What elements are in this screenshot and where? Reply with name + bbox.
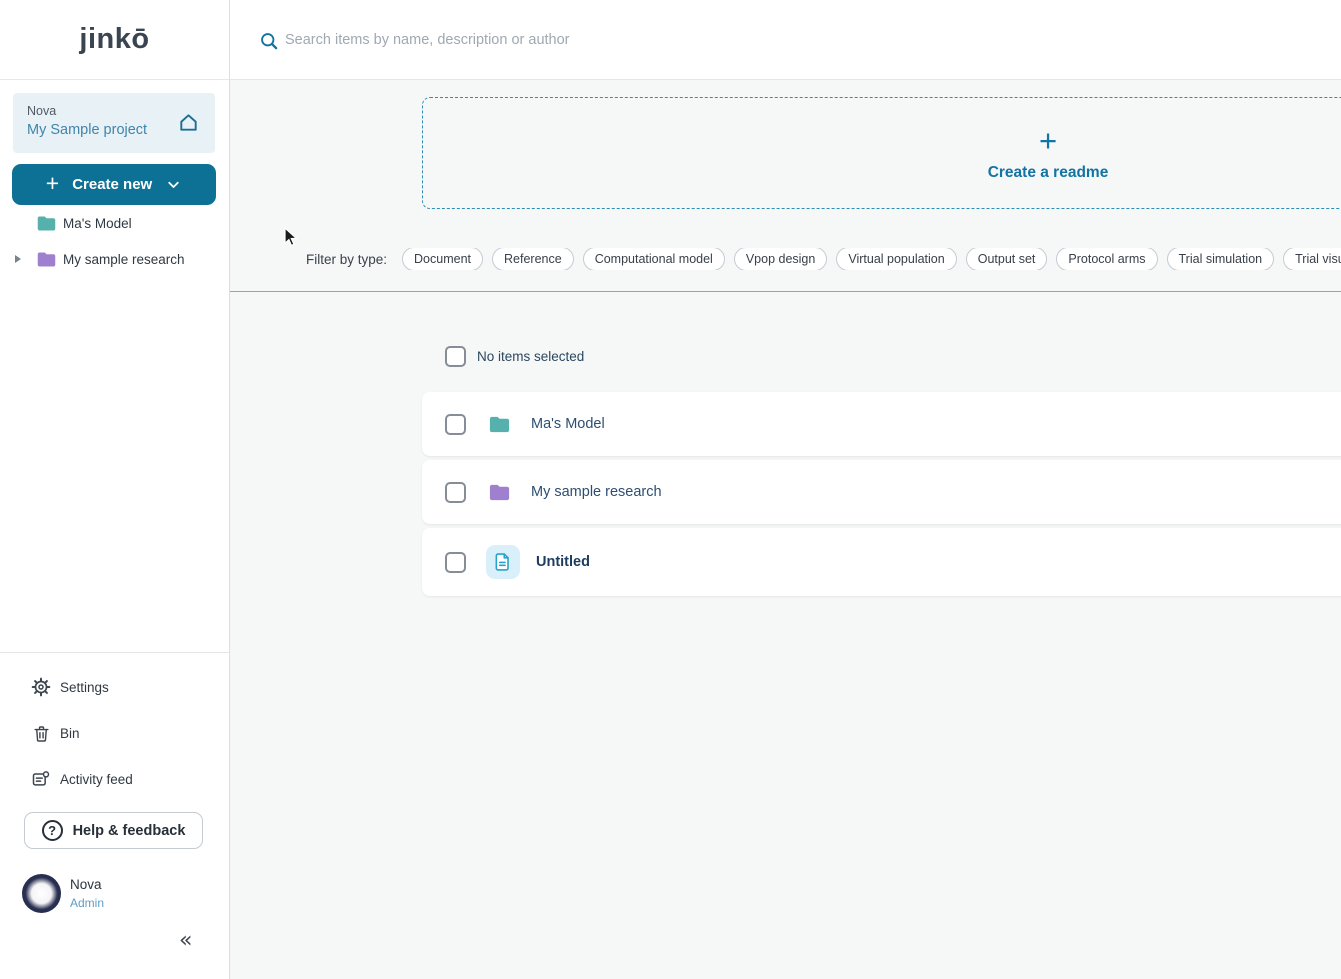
list-item-label: Ma's Model [531,416,605,432]
activity-feed-icon [30,769,52,789]
create-new-label: Create new [72,176,153,193]
filter-chip-trial-simulation[interactable]: Trial simulation [1166,248,1275,270]
trash-icon [30,724,52,743]
help-feedback-button[interactable]: ? Help & feedback [24,812,203,849]
folder-icon [37,216,56,230]
bin-label: Bin [60,725,80,741]
item-list: Ma's Model My sample research Untitled [422,392,1341,600]
project-name-label: My Sample project [27,122,148,138]
app-root: jinkō Nova My Sample project + Create ne… [0,0,1341,979]
sidebar-item-label: Ma's Model [63,215,132,231]
main-content: + Create a readme Filter by type: Docume… [230,80,1341,979]
filter-chip-protocol-arms[interactable]: Protocol arms [1056,248,1158,270]
list-item-label: My sample research [531,484,662,500]
filter-chip-virtual-population[interactable]: Virtual population [836,248,957,270]
search-input[interactable] [285,28,905,52]
list-item-my-sample-research[interactable]: My sample research [422,460,1341,524]
section-divider [230,291,1341,292]
row-checkbox[interactable] [445,551,466,573]
list-item-untitled[interactable]: Untitled [422,528,1341,596]
sidebar-item-label: My sample research [63,251,185,267]
sidebar-item-bin[interactable]: Bin [0,716,229,750]
user-role: Admin [70,896,105,910]
list-item-label: Untitled [536,554,590,570]
selection-status-label: No items selected [477,349,585,364]
select-all-checkbox[interactable] [445,346,466,367]
topbar [230,0,1341,80]
filter-chip-computational-model[interactable]: Computational model [582,248,725,270]
filter-chip-vpop-design[interactable]: Vpop design [733,248,828,270]
filter-chip-output-set[interactable]: Output set [965,248,1048,270]
list-item-mas-model[interactable]: Ma's Model [422,392,1341,456]
document-icon [486,545,520,579]
sidebar-item-activity-feed[interactable]: Activity feed [0,762,229,796]
user-menu[interactable]: Nova Admin [22,874,104,913]
user-name: Nova [70,877,102,892]
collapse-sidebar-button[interactable]: « [179,928,192,953]
filter-bar: Filter by type: Document Reference Compu… [306,248,1341,270]
folder-icon [37,252,56,266]
folder-icon [488,481,511,504]
sidebar-item-mas-model[interactable]: Ma's Model [0,210,229,236]
search-icon [259,31,280,57]
gear-icon [30,677,52,697]
question-mark-icon: ? [41,820,63,841]
row-checkbox[interactable] [445,481,466,503]
avatar [22,874,61,913]
folder-icon [488,413,511,436]
row-checkbox[interactable] [445,413,466,435]
plus-icon: + [1038,122,1058,158]
help-feedback-label: Help & feedback [72,822,186,839]
sidebar-item-my-sample-research[interactable]: My sample research [0,246,229,272]
sidebar: jinkō Nova My Sample project + Create ne… [0,0,230,979]
filter-chip-reference[interactable]: Reference [492,248,574,270]
project-org-label: Nova [27,104,57,118]
plus-icon: + [45,170,60,196]
app-logo: jinkō [79,23,150,55]
filter-chip-trial-visualization[interactable]: Trial visualization [1283,248,1341,270]
sidebar-header: jinkō [0,0,229,80]
activity-feed-label: Activity feed [60,771,133,787]
filter-by-type-label: Filter by type: [306,251,388,267]
create-new-button[interactable]: + Create new [12,164,216,205]
create-readme-dropzone[interactable]: + Create a readme [422,97,1341,209]
create-readme-label: Create a readme [987,163,1109,181]
chevron-down-icon [168,181,179,188]
home-icon[interactable] [177,111,200,139]
expand-caret-icon[interactable] [0,255,36,263]
sidebar-divider [0,652,229,653]
selection-header: No items selected [445,346,584,367]
sidebar-item-settings[interactable]: Settings [0,670,229,704]
project-selector[interactable]: Nova My Sample project [13,93,215,153]
settings-label: Settings [60,679,109,695]
filter-chip-document[interactable]: Document [402,248,484,270]
